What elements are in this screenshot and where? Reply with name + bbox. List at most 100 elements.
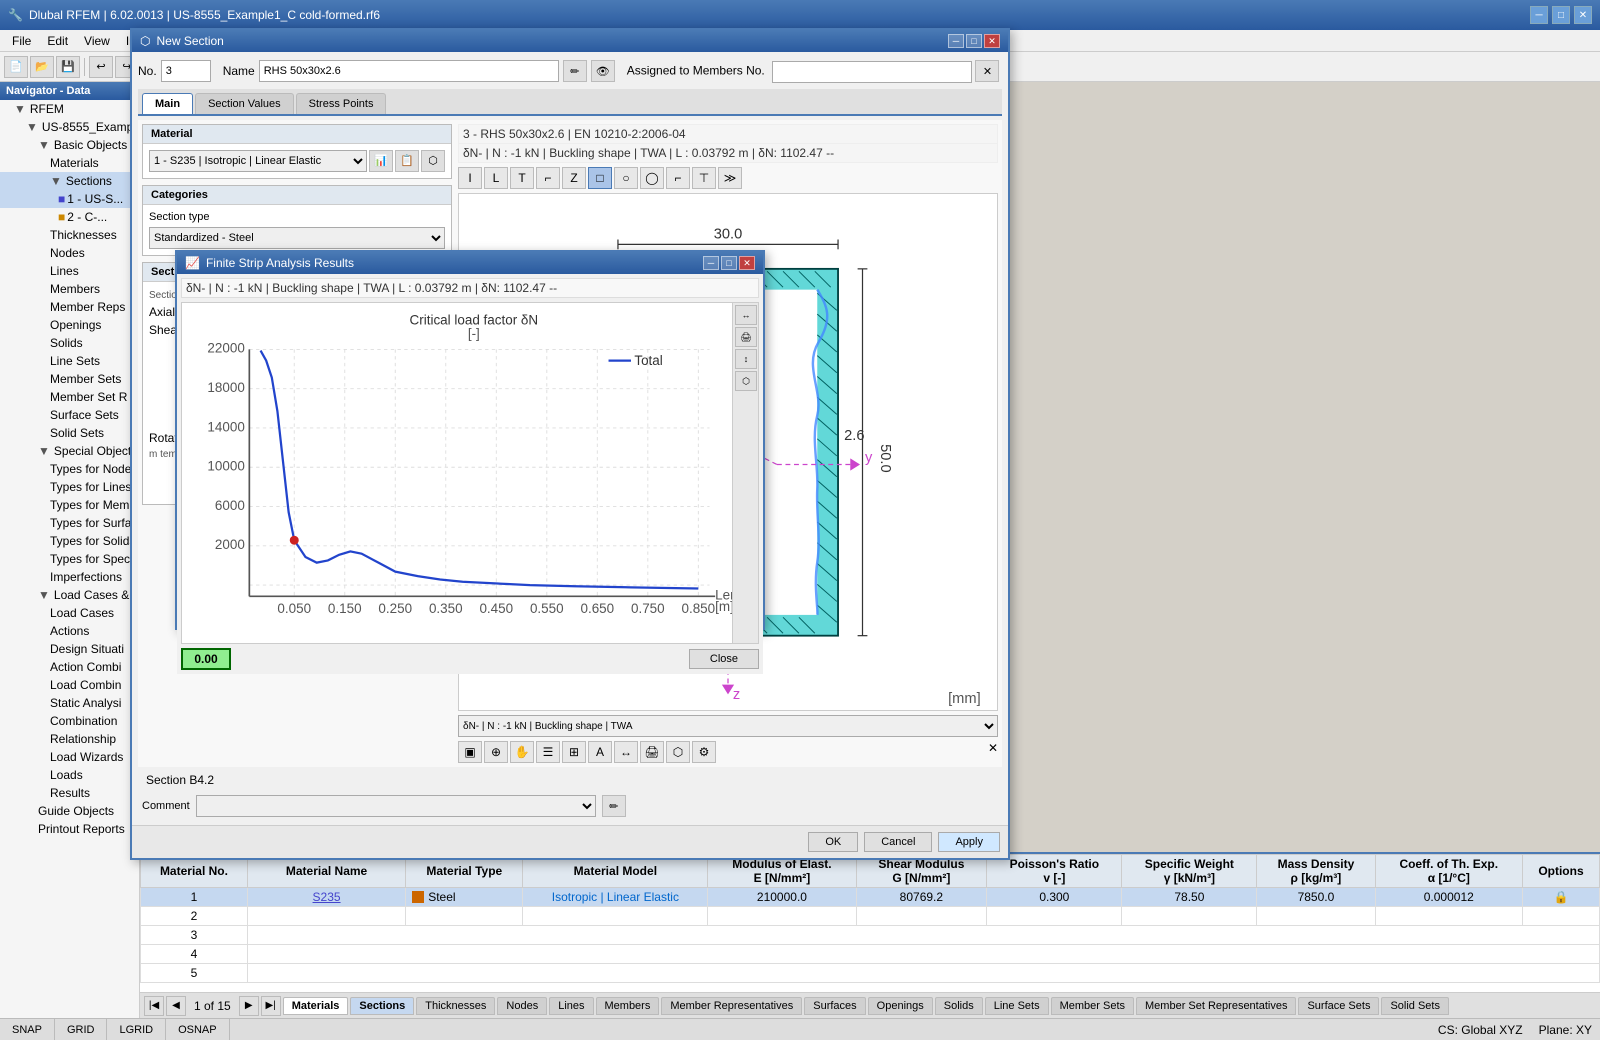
nav-sections[interactable]: ▼ Sections [0, 172, 139, 190]
table-row[interactable]: 4 [141, 945, 1600, 964]
nav-actions[interactable]: Actions [0, 622, 139, 640]
table-row[interactable]: 5 [141, 964, 1600, 983]
nav-rfem[interactable]: ▼ RFEM [0, 100, 139, 118]
ok-button[interactable]: OK [808, 832, 858, 852]
footer-tab-solids[interactable]: Solids [935, 997, 983, 1015]
viz-shape-circle[interactable]: ○ [614, 167, 638, 189]
buckling-select[interactable]: δN- | N : -1 kN | Buckling shape | TWA [458, 715, 998, 737]
footer-tab-solid-sets[interactable]: Solid Sets [1381, 997, 1449, 1015]
nav-basic-objects[interactable]: ▼ Basic Objects [0, 136, 139, 154]
nav-surface-sets[interactable]: Surface Sets [0, 406, 139, 424]
fsa-close-btn[interactable]: ✕ [739, 256, 755, 270]
nav-solids[interactable]: Solids [0, 334, 139, 352]
viz-btn-dim[interactable]: ↔ [614, 741, 638, 763]
nav-solid-sets[interactable]: Solid Sets [0, 424, 139, 442]
menu-file[interactable]: File [4, 32, 39, 50]
nav-results[interactable]: Results [0, 784, 139, 802]
menu-view[interactable]: View [76, 32, 118, 50]
fsa-tb-2[interactable]: 🖨 [735, 327, 757, 347]
nav-load-cases[interactable]: ▼ Load Cases & Co [0, 586, 139, 604]
nav-load-combin[interactable]: Load Combin [0, 676, 139, 694]
nav-members[interactable]: Members [0, 280, 139, 298]
footer-tab-line-sets[interactable]: Line Sets [985, 997, 1049, 1015]
viz-btn-print[interactable]: 🖨 [640, 741, 664, 763]
viz-btn-grid[interactable]: ⊞ [562, 741, 586, 763]
nav-member-sets[interactable]: Member Sets [0, 370, 139, 388]
tb-new[interactable]: 📄 [4, 56, 28, 78]
section-type-select[interactable]: Standardized - Steel [149, 227, 445, 249]
nav-static[interactable]: Static Analysi [0, 694, 139, 712]
viz-shape-i[interactable]: I [458, 167, 482, 189]
menu-edit[interactable]: Edit [39, 32, 76, 50]
table-row[interactable]: 2 [141, 907, 1600, 926]
nav-action-combi[interactable]: Action Combi [0, 658, 139, 676]
viz-shape-circ-hollow[interactable]: ◯ [640, 167, 664, 189]
viz-btn-pan[interactable]: ✋ [510, 741, 534, 763]
viz-btn-zoom[interactable]: ⊕ [484, 741, 508, 763]
table-row[interactable]: 1 S235 Steel Isotropic | Linear Elastic … [141, 888, 1600, 907]
viz-shape-angle[interactable]: ⌐ [666, 167, 690, 189]
viz-shape-z[interactable]: Z [562, 167, 586, 189]
nav-member-reps[interactable]: Member Reps [0, 298, 139, 316]
bottom-scroll-area[interactable]: Material No. Material Name Material Type… [140, 854, 1600, 992]
footer-tab-member-set-reps[interactable]: Member Set Representatives [1136, 997, 1296, 1015]
footer-tab-sections[interactable]: Sections [350, 997, 414, 1015]
fsa-tb-1[interactable]: ↔ [735, 305, 757, 325]
comment-select[interactable] [196, 795, 596, 817]
nav-next-btn[interactable]: ▶ [239, 996, 259, 1016]
footer-tab-members[interactable]: Members [596, 997, 660, 1015]
nav-member-set-r[interactable]: Member Set R [0, 388, 139, 406]
viz-shape-t[interactable]: T [510, 167, 534, 189]
viz-shape-rect[interactable]: □ [588, 167, 612, 189]
viz-btn-select[interactable]: ▣ [458, 741, 482, 763]
nav-guide[interactable]: Guide Objects [0, 802, 139, 820]
nav-project[interactable]: ▼ US-8555_Example_1 [0, 118, 139, 136]
nav-section-1[interactable]: ■ 1 - US-S... [0, 190, 139, 208]
nav-last-btn[interactable]: ▶| [261, 996, 281, 1016]
nav-imperfections[interactable]: Imperfections [0, 568, 139, 586]
viz-shape-more[interactable]: ≫ [718, 167, 742, 189]
footer-tab-surface-sets[interactable]: Surface Sets [1298, 997, 1379, 1015]
status-osnap[interactable]: OSNAP [166, 1019, 230, 1040]
footer-tab-openings[interactable]: Openings [868, 997, 933, 1015]
viz-btn-export[interactable]: ⬡ [666, 741, 690, 763]
nav-thicknesses[interactable]: Thicknesses [0, 226, 139, 244]
viz-btn-label[interactable]: A [588, 741, 612, 763]
mat-btn2[interactable]: 📋 [395, 150, 419, 172]
close-btn[interactable]: ✕ [1574, 6, 1592, 24]
tab-stress-points[interactable]: Stress Points [296, 93, 387, 114]
material-select[interactable]: 1 - S235 | Isotropic | Linear Elastic [149, 150, 367, 172]
tab-section-values[interactable]: Section Values [195, 93, 294, 114]
tab-main[interactable]: Main [142, 93, 193, 114]
table-row[interactable]: 3 [141, 926, 1600, 945]
nav-special[interactable]: ▼ Special Objects [0, 442, 139, 460]
fsa-tb-4[interactable]: ⬡ [735, 371, 757, 391]
nav-loads[interactable]: Loads [0, 766, 139, 784]
viz-shape-l[interactable]: L [484, 167, 508, 189]
maximize-btn[interactable]: □ [1552, 6, 1570, 24]
footer-tab-materials[interactable]: Materials [283, 997, 349, 1015]
nav-line-sets[interactable]: Line Sets [0, 352, 139, 370]
footer-tab-member-reps[interactable]: Member Representatives [661, 997, 802, 1015]
nav-relationship[interactable]: Relationship [0, 730, 139, 748]
viz-close-btn[interactable]: ✕ [988, 741, 998, 763]
viz-shape-u[interactable]: ⌐ [536, 167, 560, 189]
nav-nodes[interactable]: Nodes [0, 244, 139, 262]
tb-undo[interactable]: ↩ [89, 56, 113, 78]
nav-types-nodes[interactable]: Types for Nodes [0, 460, 139, 478]
nav-types-special[interactable]: Types for Special [0, 550, 139, 568]
footer-tab-member-sets[interactable]: Member Sets [1051, 997, 1134, 1015]
nav-types-solids[interactable]: Types for Solids [0, 532, 139, 550]
nav-section-2[interactable]: ■ 2 - C-... [0, 208, 139, 226]
nav-combination[interactable]: Combination [0, 712, 139, 730]
nav-printout[interactable]: Printout Reports [0, 820, 139, 838]
nav-openings[interactable]: Openings [0, 316, 139, 334]
nav-materials[interactable]: Materials [0, 154, 139, 172]
footer-tab-lines[interactable]: Lines [549, 997, 593, 1015]
status-lgrid[interactable]: LGRID [140, 1019, 166, 1040]
fsa-restore-btn[interactable]: □ [721, 256, 737, 270]
fsa-tb-3[interactable]: ↕ [735, 349, 757, 369]
nav-load-wizards[interactable]: Load Wizards [0, 748, 139, 766]
assigned-input[interactable] [772, 82, 972, 83]
viz-btn-settings[interactable]: ⚙ [692, 741, 716, 763]
